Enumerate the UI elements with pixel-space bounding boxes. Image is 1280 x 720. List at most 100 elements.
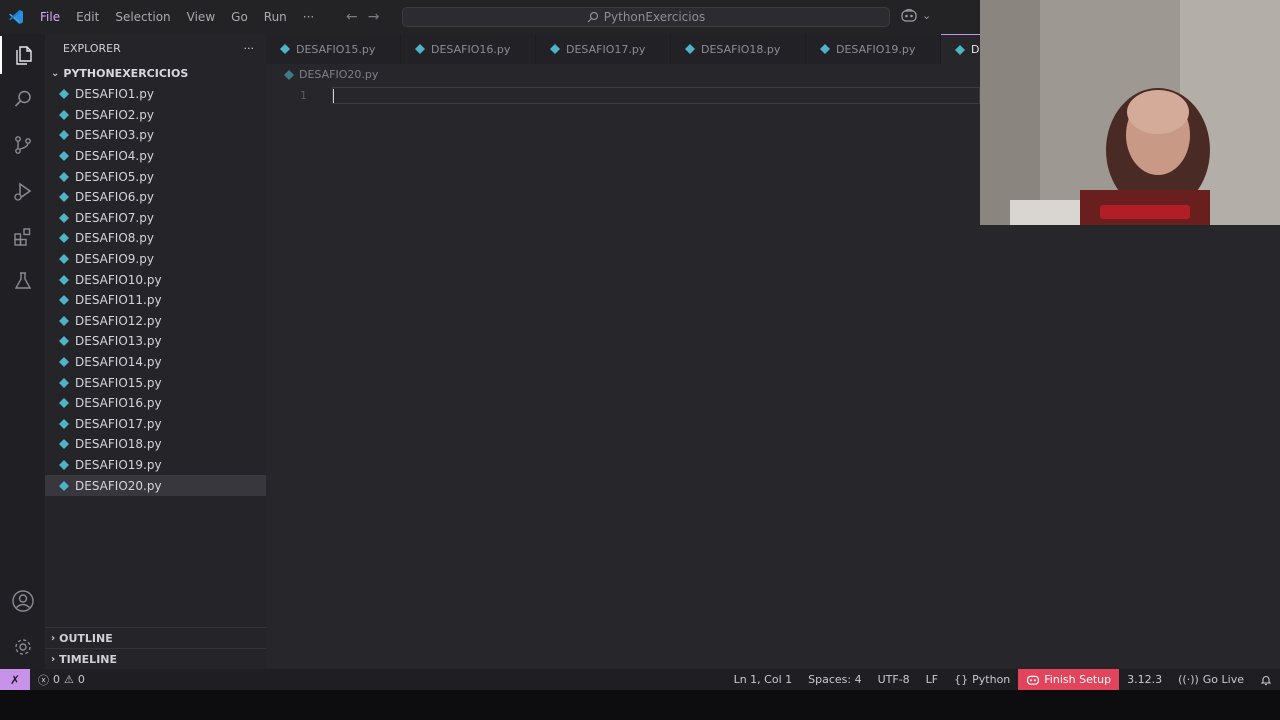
go-live-button[interactable]: ((·)) Go Live	[1170, 669, 1252, 690]
editor-tab[interactable]: DESAFIO17.py	[536, 34, 671, 64]
file-name: DESAFIO12.py	[75, 313, 162, 328]
source-control-icon[interactable]	[0, 126, 45, 164]
search-view-icon[interactable]	[0, 80, 45, 118]
tab-label: D	[971, 43, 980, 56]
menu-bar: File Edit Selection View Go Run ···	[32, 0, 322, 34]
current-line-highlight[interactable]	[332, 87, 980, 104]
editor-tab[interactable]: DESAFIO15.py	[266, 34, 401, 64]
file-item[interactable]: DESAFIO9.py	[45, 249, 266, 270]
file-item[interactable]: DESAFIO3.py	[45, 125, 266, 146]
command-center[interactable]: PythonExercicios	[402, 7, 890, 27]
python-file-icon	[59, 480, 69, 491]
file-item[interactable]: DESAFIO8.py	[45, 228, 266, 249]
indentation[interactable]: Spaces: 4	[800, 669, 869, 690]
menu-go[interactable]: Go	[223, 0, 256, 34]
error-icon: ⓧ	[38, 673, 49, 687]
testing-icon[interactable]	[0, 262, 45, 300]
explorer-icon[interactable]	[0, 36, 45, 74]
file-name: DESAFIO5.py	[75, 169, 154, 184]
explorer-title: EXPLORER	[63, 41, 121, 55]
python-file-icon	[955, 44, 965, 55]
breadcrumb[interactable]: DESAFIO20.py	[284, 68, 378, 81]
menu-view[interactable]: View	[179, 0, 223, 34]
file-item[interactable]: DESAFIO2.py	[45, 105, 266, 126]
copilot-icon	[1027, 675, 1040, 685]
braces-icon: {}	[954, 673, 969, 686]
file-item[interactable]: DESAFIO15.py	[45, 372, 266, 393]
file-item[interactable]: DESAFIO20.py	[45, 475, 266, 496]
outline-section[interactable]: › OUTLINE	[45, 627, 266, 648]
file-item[interactable]: DESAFIO6.py	[45, 187, 266, 208]
editor-tab[interactable]: DESAFIO18.py	[671, 34, 806, 64]
editor-tab[interactable]: DESAFIO19.py	[806, 34, 941, 64]
menu-edit[interactable]: Edit	[68, 0, 107, 34]
chevron-down-icon: ⌄	[51, 67, 60, 79]
file-item[interactable]: DESAFIO12.py	[45, 311, 266, 332]
file-item[interactable]: DESAFIO17.py	[45, 414, 266, 435]
explorer-more-button[interactable]: ···	[244, 42, 255, 55]
error-count: 0	[53, 673, 60, 686]
timeline-section[interactable]: › TIMELINE	[45, 648, 266, 669]
tab-label: DESAFIO18.py	[701, 42, 781, 56]
copilot-icon	[901, 8, 917, 22]
encoding[interactable]: UTF-8	[870, 669, 918, 690]
remote-indicator[interactable]: ✗	[0, 669, 30, 690]
finish-setup-button[interactable]: Finish Setup	[1018, 669, 1120, 690]
menu-selection[interactable]: Selection	[107, 0, 178, 34]
chevron-right-icon: ›	[51, 632, 56, 644]
arrow-left-icon[interactable]: ←	[346, 9, 358, 25]
python-version[interactable]: 3.12.3	[1119, 669, 1170, 690]
language-mode[interactable]: {} Python	[946, 669, 1018, 690]
extensions-icon[interactable]	[0, 218, 45, 256]
arrow-right-icon[interactable]: →	[368, 9, 380, 25]
file-name: DESAFIO19.py	[75, 457, 162, 472]
menu-file[interactable]: File	[32, 0, 68, 34]
outline-label: OUTLINE	[59, 631, 113, 645]
settings-gear-icon[interactable]	[0, 628, 45, 666]
warning-icon: ⚠	[64, 673, 74, 686]
menu-more[interactable]: ···	[295, 0, 322, 34]
python-file-icon	[59, 171, 69, 182]
text-cursor	[333, 89, 334, 103]
python-file-icon	[59, 109, 69, 120]
copilot-button[interactable]: ⌄	[900, 8, 931, 22]
file-item[interactable]: DESAFIO1.py	[45, 84, 266, 105]
file-item[interactable]: DESAFIO19.py	[45, 455, 266, 476]
python-file-icon	[59, 130, 69, 141]
bell-icon[interactable]	[1252, 669, 1280, 690]
file-item[interactable]: DESAFIO4.py	[45, 146, 266, 167]
file-item[interactable]: DESAFIO10.py	[45, 269, 266, 290]
workspace-folder[interactable]: ⌄ PYTHONEXERCICIOS	[45, 62, 266, 84]
file-item[interactable]: DESAFIO13.py	[45, 331, 266, 352]
cursor-position[interactable]: Ln 1, Col 1	[726, 669, 801, 690]
editor-tab[interactable]: DESAFIO16.py	[401, 34, 536, 64]
python-file-icon	[59, 254, 69, 265]
file-name: DESAFIO17.py	[75, 416, 162, 431]
menu-run[interactable]: Run	[256, 0, 295, 34]
file-item[interactable]: DESAFIO11.py	[45, 290, 266, 311]
file-name: DESAFIO13.py	[75, 334, 162, 349]
run-debug-icon[interactable]	[0, 172, 45, 210]
tab-label: DESAFIO15.py	[296, 42, 376, 56]
line-ending[interactable]: LF	[918, 669, 946, 690]
account-icon[interactable]	[0, 582, 45, 620]
file-item[interactable]: DESAFIO5.py	[45, 166, 266, 187]
language-label: Python	[972, 673, 1011, 686]
python-file-icon	[59, 212, 69, 223]
python-file-icon	[59, 233, 69, 244]
problems-indicator[interactable]: ⓧ 0 ⚠ 0	[38, 672, 85, 688]
status-right: Ln 1, Col 1 Spaces: 4 UTF-8 LF {} Python…	[726, 669, 1280, 690]
python-file-icon	[59, 89, 69, 100]
file-item[interactable]: DESAFIO18.py	[45, 434, 266, 455]
python-file-icon	[59, 315, 69, 326]
screen-letterbox	[0, 690, 1280, 720]
command-center-label: PythonExercicios	[603, 10, 706, 24]
file-item[interactable]: DESAFIO16.py	[45, 393, 266, 414]
file-name: DESAFIO15.py	[75, 375, 162, 390]
file-name: DESAFIO9.py	[75, 252, 154, 267]
file-item[interactable]: DESAFIO7.py	[45, 208, 266, 229]
broadcast-icon: ((·))	[1178, 673, 1199, 686]
file-item[interactable]: DESAFIO14.py	[45, 352, 266, 373]
python-file-icon	[820, 44, 830, 54]
file-name: DESAFIO10.py	[75, 272, 162, 287]
